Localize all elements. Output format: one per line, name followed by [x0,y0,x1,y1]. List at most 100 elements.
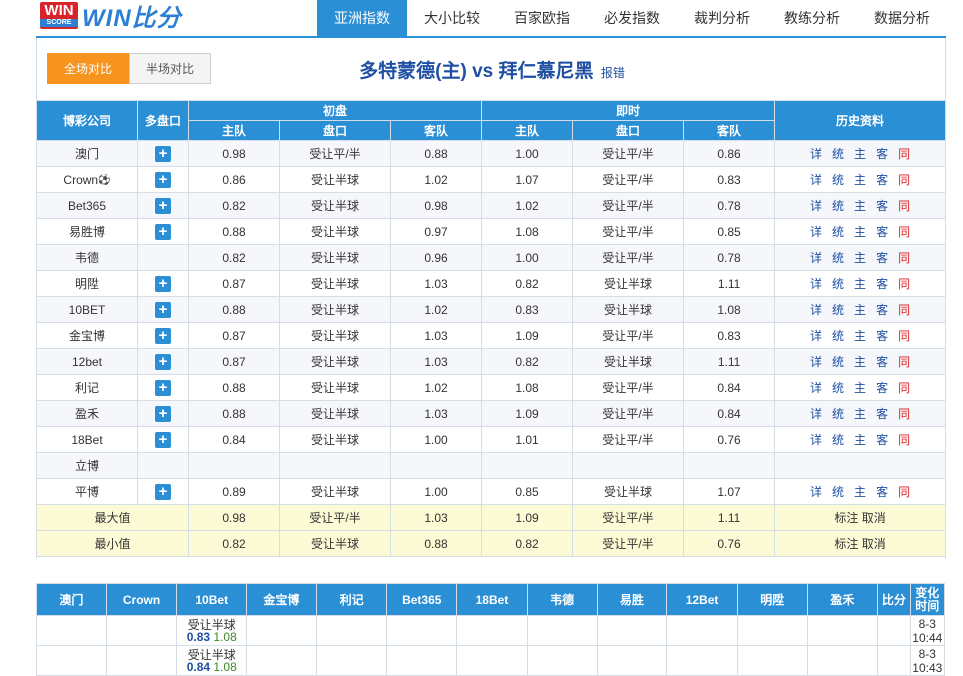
link-away[interactable]: 客 [876,355,888,369]
link-detail[interactable]: 详 [810,251,822,265]
company-name[interactable]: 金宝博 [69,329,105,343]
link-same[interactable]: 同 [898,485,910,499]
link-same[interactable]: 同 [898,433,910,447]
link-home[interactable]: 主 [854,355,866,369]
link-away[interactable]: 客 [876,251,888,265]
link-detail[interactable]: 详 [810,433,822,447]
link-same[interactable]: 同 [898,407,910,421]
link-home[interactable]: 主 [854,329,866,343]
link-same[interactable]: 同 [898,277,910,291]
link-home[interactable]: 主 [854,199,866,213]
link-same[interactable]: 同 [898,303,910,317]
company-name[interactable]: 澳门 [75,147,99,161]
link-home[interactable]: 主 [854,251,866,265]
cancel-link[interactable]: 取消 [862,511,886,525]
company-name[interactable]: 12bet [72,355,102,369]
nav-over-under[interactable]: 大小比较 [407,0,497,36]
cancel-link[interactable]: 取消 [862,537,886,551]
link-home[interactable]: 主 [854,407,866,421]
link-stats[interactable]: 统 [832,173,844,187]
link-same[interactable]: 同 [898,225,910,239]
link-detail[interactable]: 详 [810,277,822,291]
company-name[interactable]: Bet365 [68,199,106,213]
link-detail[interactable]: 详 [810,329,822,343]
link-detail[interactable]: 详 [810,199,822,213]
link-away[interactable]: 客 [876,329,888,343]
nav-data-analysis[interactable]: 数据分析 [857,0,947,36]
link-home[interactable]: 主 [854,485,866,499]
link-home[interactable]: 主 [854,277,866,291]
link-home[interactable]: 主 [854,433,866,447]
link-detail[interactable]: 详 [810,303,822,317]
expand-plus-icon[interactable]: + [155,327,171,344]
link-same[interactable]: 同 [898,147,910,161]
link-stats[interactable]: 统 [832,329,844,343]
link-stats[interactable]: 统 [832,381,844,395]
link-away[interactable]: 客 [876,225,888,239]
link-away[interactable]: 客 [876,277,888,291]
mark-link[interactable]: 标注 [834,537,858,551]
link-detail[interactable]: 详 [810,355,822,369]
link-stats[interactable]: 统 [832,199,844,213]
link-away[interactable]: 客 [876,485,888,499]
company-name[interactable]: 韦德 [75,251,99,265]
expand-plus-icon[interactable]: + [155,431,171,448]
expand-plus-icon[interactable]: + [155,301,171,318]
link-home[interactable]: 主 [854,225,866,239]
link-away[interactable]: 客 [876,381,888,395]
nav-referee[interactable]: 裁判分析 [677,0,767,36]
link-same[interactable]: 同 [898,381,910,395]
link-stats[interactable]: 统 [832,277,844,291]
company-name[interactable]: 易胜博 [69,225,105,239]
link-away[interactable]: 客 [876,147,888,161]
link-stats[interactable]: 统 [832,407,844,421]
link-home[interactable]: 主 [854,381,866,395]
link-home[interactable]: 主 [854,173,866,187]
company-name[interactable]: 盈禾 [75,407,99,421]
link-detail[interactable]: 详 [810,225,822,239]
expand-plus-icon[interactable]: + [155,275,171,292]
nav-european-odds[interactable]: 百家欧指 [497,0,587,36]
link-home[interactable]: 主 [854,147,866,161]
link-detail[interactable]: 详 [810,407,822,421]
nav-asian-odds[interactable]: 亚洲指数 [317,0,407,36]
link-stats[interactable]: 统 [832,303,844,317]
expand-plus-icon[interactable]: + [155,223,171,240]
expand-plus-icon[interactable]: + [155,483,171,500]
company-name[interactable]: 利记 [75,381,99,395]
company-name[interactable]: 18Bet [71,433,102,447]
nav-coach[interactable]: 教练分析 [767,0,857,36]
link-same[interactable]: 同 [898,355,910,369]
company-name[interactable]: 平博 [75,485,99,499]
company-name[interactable]: 立博 [75,459,99,473]
company-name[interactable]: Crown [63,173,98,187]
link-stats[interactable]: 统 [832,225,844,239]
link-same[interactable]: 同 [898,173,910,187]
link-away[interactable]: 客 [876,433,888,447]
mark-link[interactable]: 标注 [834,511,858,525]
link-away[interactable]: 客 [876,173,888,187]
link-stats[interactable]: 统 [832,355,844,369]
link-same[interactable]: 同 [898,329,910,343]
expand-plus-icon[interactable]: + [155,379,171,396]
expand-plus-icon[interactable]: + [155,353,171,370]
link-stats[interactable]: 统 [832,433,844,447]
company-name[interactable]: 10BET [69,303,106,317]
link-away[interactable]: 客 [876,407,888,421]
link-detail[interactable]: 详 [810,173,822,187]
report-error-link[interactable]: 报错 [601,66,625,80]
link-stats[interactable]: 统 [832,251,844,265]
link-away[interactable]: 客 [876,303,888,317]
expand-plus-icon[interactable]: + [155,197,171,214]
nav-betfair[interactable]: 必发指数 [587,0,677,36]
expand-plus-icon[interactable]: + [155,405,171,422]
link-detail[interactable]: 详 [810,485,822,499]
link-away[interactable]: 客 [876,199,888,213]
link-detail[interactable]: 详 [810,381,822,395]
link-stats[interactable]: 统 [832,485,844,499]
link-same[interactable]: 同 [898,199,910,213]
link-same[interactable]: 同 [898,251,910,265]
expand-plus-icon[interactable]: + [155,171,171,188]
company-name[interactable]: 明陞 [75,277,99,291]
link-detail[interactable]: 详 [810,147,822,161]
